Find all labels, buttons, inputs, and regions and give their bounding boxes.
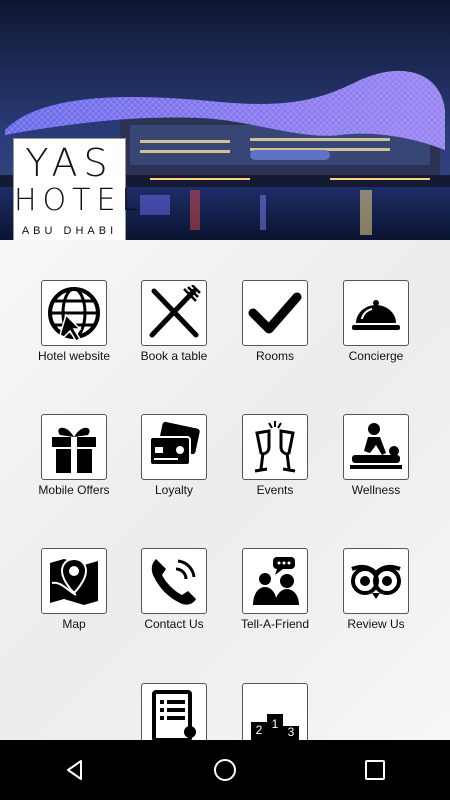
tile-label: Mobile Offers — [38, 483, 110, 497]
tile-contact-us[interactable]: Contact Us — [124, 548, 224, 631]
owl-icon — [343, 548, 409, 614]
svg-text:1: 1 — [272, 717, 279, 731]
tile-label: Rooms — [255, 349, 294, 363]
tile-label: Wellness — [351, 483, 401, 497]
fork-knife-icon — [141, 280, 207, 346]
phone-icon — [141, 548, 207, 614]
hotel-logo: YAS HOTEL ABU DHABI — [13, 138, 145, 240]
tile-tell-a-friend[interactable]: Tell-A-Friend — [225, 548, 325, 631]
tile-leaderboard[interactable]: 1 2 3 — [225, 683, 325, 740]
podium-icon: 1 2 3 — [242, 683, 308, 740]
tile-label: Contact Us — [144, 617, 204, 631]
tile-document-list[interactable] — [124, 683, 224, 740]
globe-icon — [41, 280, 107, 346]
home-icon[interactable] — [195, 740, 255, 800]
logo-line-3: ABU DHABI — [21, 225, 118, 237]
svg-text:3: 3 — [288, 725, 295, 739]
tile-label: Tell-A-Friend — [240, 617, 309, 631]
tile-concierge[interactable]: Concierge — [326, 280, 426, 363]
tile-label: Events — [256, 483, 294, 497]
tile-loyalty[interactable]: Loyalty — [124, 414, 224, 497]
credit-cards-icon — [141, 414, 207, 480]
tile-label: Hotel website — [37, 349, 111, 363]
map-pin-icon — [41, 548, 107, 614]
menu-grid: Hotel website Book a table Rooms Concier… — [0, 240, 450, 740]
gift-icon — [41, 414, 107, 480]
tile-mobile-offers[interactable]: Mobile Offers — [24, 414, 124, 497]
back-icon[interactable] — [45, 740, 105, 800]
tile-wellness[interactable]: Wellness — [326, 414, 426, 497]
tile-events[interactable]: Events — [225, 414, 325, 497]
svg-text:2: 2 — [256, 723, 263, 737]
tile-map[interactable]: Map — [24, 548, 124, 631]
tile-review-us[interactable]: Review Us — [326, 548, 426, 631]
tile-label: Map — [62, 617, 86, 631]
people-chat-icon — [242, 548, 308, 614]
tile-label: Concierge — [348, 349, 404, 363]
massage-icon — [343, 414, 409, 480]
tile-rooms[interactable]: Rooms — [225, 280, 325, 363]
logo-line-2: HOTEL — [14, 183, 145, 218]
tile-label: Review Us — [347, 617, 405, 631]
cloche-icon — [343, 280, 409, 346]
tile-hotel-website[interactable]: Hotel website — [24, 280, 124, 363]
recents-icon[interactable] — [345, 740, 405, 800]
navigation-bar — [0, 740, 450, 800]
tile-label: Loyalty — [154, 483, 194, 497]
checkmark-icon — [242, 280, 308, 346]
tile-book-a-table[interactable]: Book a table — [124, 280, 224, 363]
logo-line-1: YAS — [25, 141, 114, 185]
champagne-glasses-icon — [242, 414, 308, 480]
header-banner: YAS HOTEL ABU DHABI — [0, 0, 450, 240]
document-list-icon — [141, 683, 207, 740]
tile-label: Book a table — [140, 349, 208, 363]
